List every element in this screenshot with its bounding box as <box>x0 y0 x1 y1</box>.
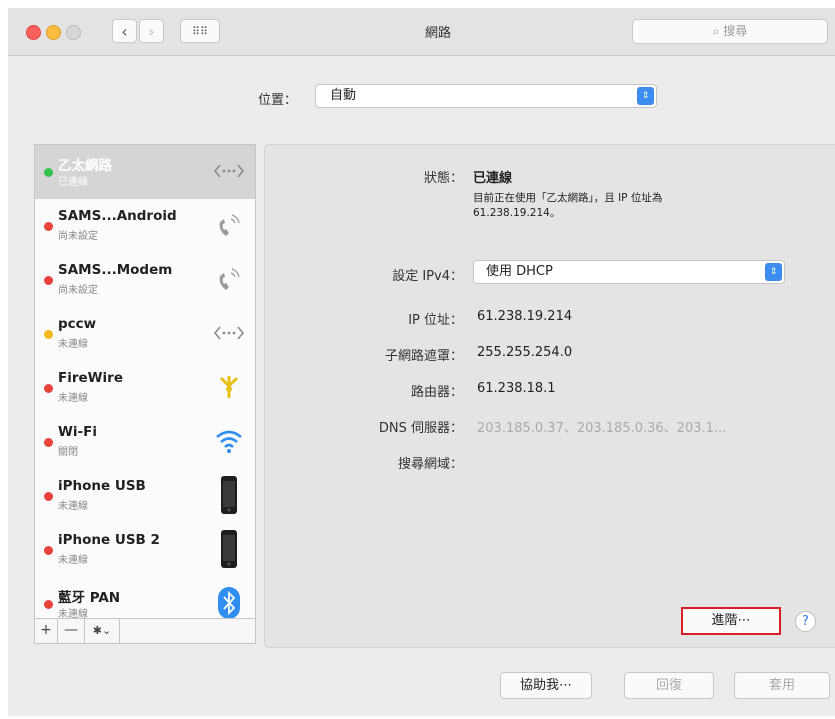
status-dot <box>44 384 53 393</box>
service-item[interactable]: iPhone USB 2 未連線 <box>35 523 255 577</box>
service-status: 未連線 <box>58 555 88 566</box>
ethernet-icon <box>213 154 245 188</box>
service-item[interactable]: FireWire 未連線 <box>35 361 255 415</box>
service-item[interactable]: pccw 未連線 <box>35 307 255 361</box>
service-list: 乙太網路已連線 SAMS...Android 尚未設定 SAMS...Modem 尚未設… <box>34 144 256 644</box>
action-menu-button[interactable]: ✱⌄ <box>85 619 120 643</box>
service-status: 尚未設定 <box>58 231 98 242</box>
search-field[interactable]: ⌕ 搜尋 <box>632 19 828 44</box>
status-value: 已連線 <box>473 171 513 186</box>
close-window-button[interactable] <box>26 25 41 40</box>
firewire-icon <box>213 370 245 404</box>
router-label: 路由器： <box>410 385 463 400</box>
vpn-icon <box>213 316 245 350</box>
service-name: Wi-Fi <box>58 424 97 440</box>
phone-icon <box>213 208 245 242</box>
revert-button[interactable]: 回復 <box>624 672 714 699</box>
ipv4-config-select[interactable]: 使用 DHCP ⇕ <box>473 260 785 284</box>
status-label: 狀態： <box>423 171 463 186</box>
chevron-right-icon: › <box>148 22 155 41</box>
service-name: iPhone USB 2 <box>58 532 160 548</box>
zoom-window-button[interactable] <box>66 25 81 40</box>
service-name: 藍牙 PAN <box>58 590 121 606</box>
ip-address-value: 61.238.19.214 <box>477 309 573 324</box>
status-dot <box>44 330 53 339</box>
status-dot <box>44 492 53 501</box>
chevron-left-icon: ‹ <box>121 22 128 41</box>
status-dot <box>44 438 53 447</box>
service-item[interactable]: Wi-Fi 關閉 <box>35 415 255 469</box>
dns-server-label: DNS 伺服器： <box>378 421 463 436</box>
service-name: SAMS...Android <box>58 208 177 224</box>
router-value: 61.238.18.1 <box>477 381 556 396</box>
updown-icon: ⇕ <box>765 263 782 281</box>
service-status: 已連線 <box>58 177 88 188</box>
service-status: 尚未設定 <box>58 285 98 296</box>
network-preferences-window: ‹ › ⠿⠿ 網路 ⌕ 搜尋 位置： 自動 ⇕ 乙太網路 已連線 SAMS...An… <box>8 8 835 716</box>
status-description-line-2: 61.238.19.214。 <box>473 207 561 219</box>
status-dot <box>44 222 53 231</box>
search-placeholder: 搜尋 <box>723 24 748 38</box>
status-dot <box>44 276 53 285</box>
service-name: SAMS...Modem <box>58 262 173 278</box>
back-button[interactable]: ‹ <box>112 19 137 43</box>
advanced-button[interactable]: 進階⋯ <box>681 607 781 635</box>
subnet-mask-value: 255.255.254.0 <box>477 345 573 360</box>
service-status: 未連線 <box>58 339 88 350</box>
service-item[interactable]: SAMS...Modem 尚未設定 <box>35 253 255 307</box>
updown-icon: ⇕ <box>637 87 654 105</box>
remove-service-button[interactable]: — <box>58 619 85 643</box>
search-icon: ⌕ <box>712 24 720 38</box>
service-detail-panel: 狀態： 已連線 目前正在使用「乙太網路」，且 IP 位址為 61.238.19.… <box>264 144 835 648</box>
title-bar: ‹ › ⠿⠿ 網路 ⌕ 搜尋 <box>8 8 835 56</box>
bluetooth-icon <box>213 586 245 620</box>
dns-server-value: 203.185.0.37、203.185.0.36、203.1... <box>477 421 727 436</box>
window-title: 網路 <box>424 26 451 41</box>
apply-button[interactable]: 套用 <box>734 672 830 699</box>
iphone-icon <box>213 476 245 514</box>
show-all-button[interactable]: ⠿⠿ <box>180 19 220 43</box>
search-domains-label: 搜尋網域： <box>397 457 463 472</box>
ipv4-label: 設定 IPv4： <box>392 269 463 284</box>
location-value: 自動 <box>330 88 357 103</box>
service-name: FireWire <box>58 370 123 386</box>
phone-icon <box>213 262 245 296</box>
iphone-icon <box>213 530 245 568</box>
status-dot <box>44 168 53 177</box>
status-description-line-1: 目前正在使用「乙太網路」，且 IP 位址為 <box>473 192 663 204</box>
help-button[interactable]: ? <box>795 611 816 632</box>
location-select[interactable]: 自動 ⇕ <box>315 84 657 108</box>
minimize-window-button[interactable] <box>46 25 61 40</box>
service-item[interactable]: 乙太網路 已連線 <box>35 145 255 199</box>
status-dot <box>44 546 53 555</box>
service-list-toolbar: + — ✱⌄ <box>35 618 255 643</box>
location-label: 位置： <box>258 93 298 108</box>
service-item[interactable]: iPhone USB 未連線 <box>35 469 255 523</box>
ip-address-label: IP 位址： <box>408 313 463 328</box>
service-status: 關閉 <box>58 447 78 458</box>
grid-icon: ⠿⠿ <box>191 25 209 38</box>
subnet-mask-label: 子網路遮罩： <box>384 349 463 364</box>
forward-button[interactable]: › <box>139 19 164 43</box>
service-item[interactable]: SAMS...Android 尚未設定 <box>35 199 255 253</box>
service-name: iPhone USB <box>58 478 146 494</box>
service-name: 乙太網路 <box>58 158 112 174</box>
wifi-icon <box>213 424 245 458</box>
status-dot <box>44 600 53 609</box>
service-status: 未連線 <box>58 393 88 404</box>
add-service-button[interactable]: + <box>35 619 58 643</box>
assist-me-button[interactable]: 協助我⋯ <box>500 672 592 699</box>
service-status: 未連線 <box>58 501 88 512</box>
service-name: pccw <box>58 316 97 332</box>
ipv4-config-value: 使用 DHCP <box>486 264 553 279</box>
